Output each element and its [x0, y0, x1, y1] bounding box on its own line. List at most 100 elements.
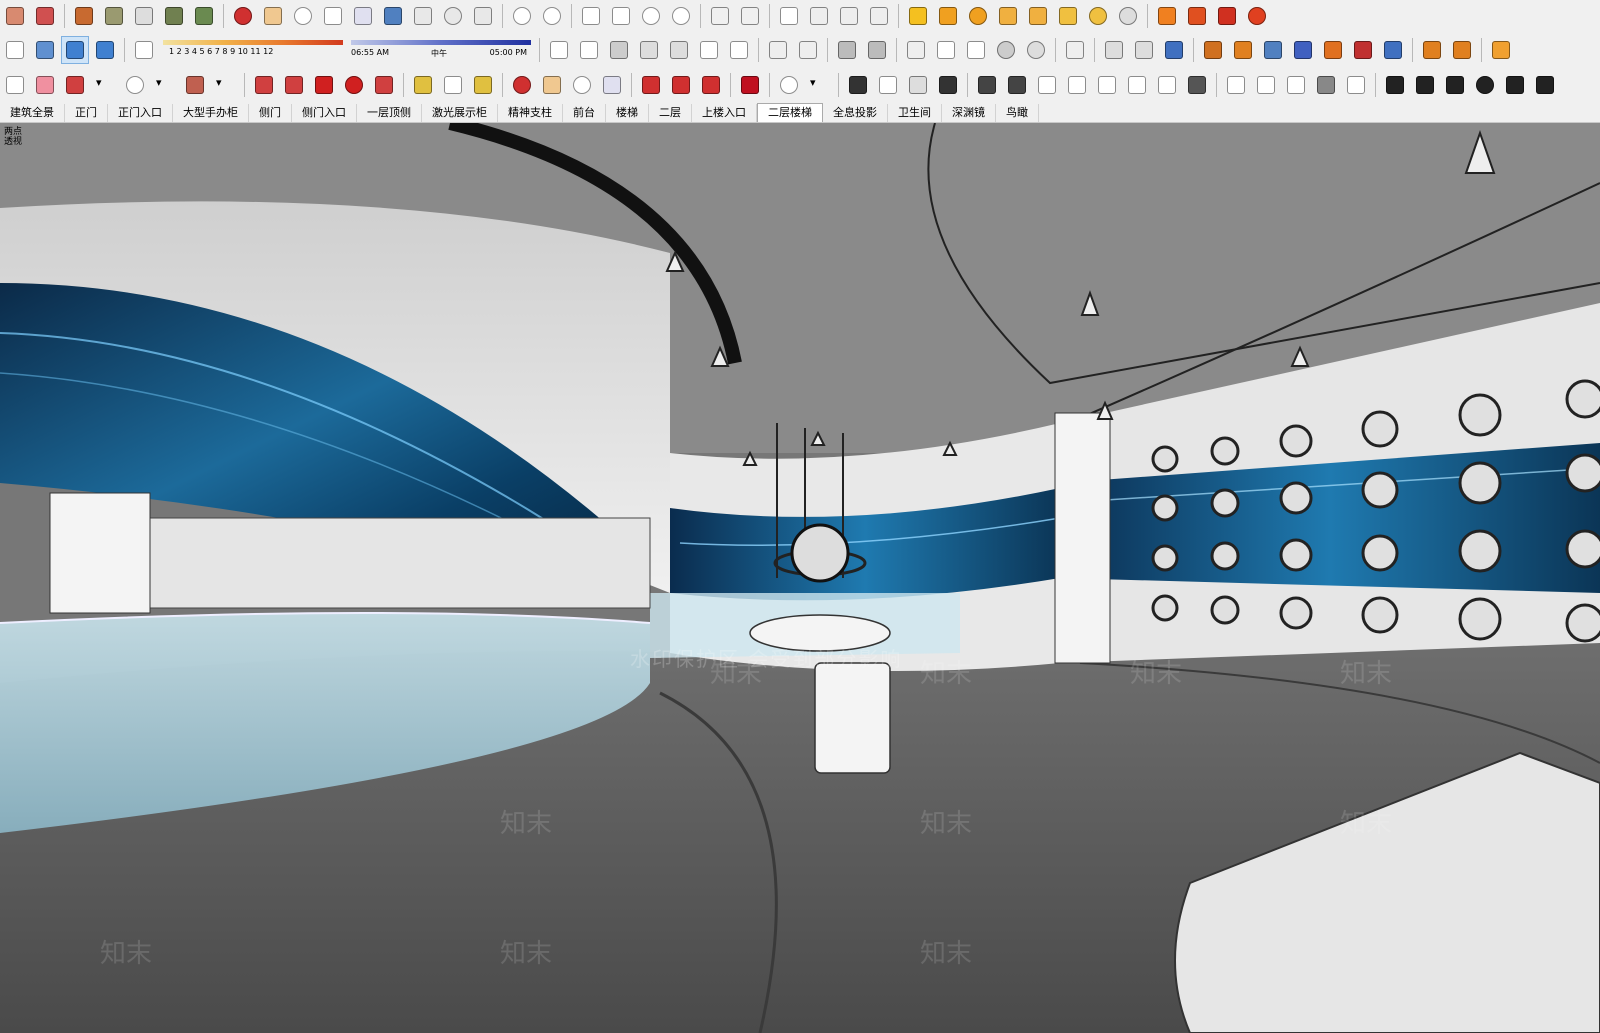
slice-icon[interactable]	[1502, 72, 1528, 98]
shell-icon[interactable]	[1260, 37, 1286, 63]
warehouse-icon[interactable]	[638, 72, 664, 98]
spiral-tool-icon[interactable]	[1472, 72, 1498, 98]
look-around-icon[interactable]	[440, 3, 466, 29]
scene-tab[interactable]: 深渊镜	[942, 104, 996, 122]
asset-editor-icon[interactable]	[737, 3, 763, 29]
zoom-icon[interactable]	[290, 3, 316, 29]
arc-dropdown-icon[interactable]: ▾	[152, 72, 178, 98]
sandbox-icon[interactable]	[71, 3, 97, 29]
arch-icon[interactable]	[1094, 72, 1120, 98]
cut-icon[interactable]	[1350, 37, 1376, 63]
scene-tab[interactable]: 楼梯	[606, 104, 649, 122]
ramp-icon[interactable]	[905, 72, 931, 98]
curviloft-icon[interactable]	[1223, 72, 1249, 98]
lock-icon[interactable]	[866, 3, 892, 29]
scene-tab[interactable]: 正门入口	[108, 104, 173, 122]
freehand-icon[interactable]	[1064, 72, 1090, 98]
pencil-dropdown-icon[interactable]: ▾	[92, 72, 118, 98]
ies-light-icon[interactable]	[995, 3, 1021, 29]
scene-tab-active[interactable]: 二层楼梯	[757, 103, 823, 122]
column-icon[interactable]	[875, 72, 901, 98]
import-proxy-icon[interactable]	[1184, 3, 1210, 29]
share-model-icon[interactable]	[668, 72, 694, 98]
line-tool-icon[interactable]	[1101, 37, 1127, 63]
refresh-icon[interactable]	[668, 3, 694, 29]
joint-push-icon[interactable]	[974, 72, 1000, 98]
style-icon[interactable]	[509, 3, 535, 29]
scene-tab[interactable]: 激光展示柜	[422, 104, 498, 122]
dimension-icon[interactable]	[1131, 37, 1157, 63]
paint-palette-icon[interactable]	[539, 3, 565, 29]
follow-me-icon[interactable]	[281, 72, 307, 98]
component-icon[interactable]	[795, 37, 821, 63]
lattice-icon[interactable]	[1283, 72, 1309, 98]
zoom-extents-tool-icon[interactable]	[599, 72, 625, 98]
window-icon[interactable]	[776, 3, 802, 29]
zoom-window-icon[interactable]	[320, 3, 346, 29]
sphere-light-icon[interactable]	[965, 3, 991, 29]
window-grid-icon[interactable]	[696, 37, 722, 63]
scene-tab[interactable]: 一层顶侧	[357, 104, 422, 122]
solid-union-icon[interactable]	[834, 37, 860, 63]
paint-bucket-icon[interactable]	[470, 72, 496, 98]
hatch-icon[interactable]	[666, 37, 692, 63]
dome-light-icon[interactable]	[1085, 3, 1111, 29]
fillet-icon[interactable]	[1320, 37, 1346, 63]
weld-icon[interactable]	[1004, 72, 1030, 98]
stair-icon[interactable]	[845, 72, 871, 98]
mesh-light-icon[interactable]	[1115, 3, 1141, 29]
zoom-tool-icon[interactable]	[569, 72, 595, 98]
rectangle-icon[interactable]	[182, 72, 208, 98]
omni-light-icon[interactable]	[1025, 3, 1051, 29]
curve-icon[interactable]	[1290, 37, 1316, 63]
render-hand-icon[interactable]	[608, 3, 634, 29]
shadow-toggle-icon[interactable]	[131, 37, 157, 63]
chain-icon[interactable]	[1412, 72, 1438, 98]
scene-tab[interactable]: 鸟瞰	[996, 104, 1039, 122]
fur-icon[interactable]	[1214, 3, 1240, 29]
wave-icon[interactable]	[1442, 72, 1468, 98]
tape-measure-icon[interactable]	[410, 72, 436, 98]
settings-gear-icon[interactable]	[1244, 3, 1270, 29]
shadow-time-slider[interactable]: 06:55 AM 中午 05:00 PM	[351, 37, 531, 63]
select-tool-icon[interactable]	[2, 72, 28, 98]
image-icon[interactable]	[836, 3, 862, 29]
fence-icon[interactable]	[1532, 72, 1558, 98]
drape-icon[interactable]	[161, 3, 187, 29]
window-tool-icon[interactable]	[1343, 72, 1369, 98]
scene-tab[interactable]: 正门	[65, 104, 108, 122]
scale-tool-icon[interactable]	[371, 72, 397, 98]
move-icon[interactable]	[311, 72, 337, 98]
rectangle-dropdown-icon[interactable]: ▾	[212, 72, 238, 98]
extrude-icon[interactable]	[1200, 37, 1226, 63]
previous-view-icon[interactable]	[380, 3, 406, 29]
eraser-icon[interactable]	[32, 72, 58, 98]
section-plane-icon[interactable]	[546, 37, 572, 63]
spot-light-icon[interactable]	[935, 3, 961, 29]
teapot-icon[interactable]	[578, 3, 604, 29]
shaded-icon[interactable]	[993, 37, 1019, 63]
scene-tab[interactable]: 大型手办柜	[173, 104, 249, 122]
scene-tab[interactable]: 前台	[563, 104, 606, 122]
camera-icon[interactable]	[806, 3, 832, 29]
scene-tab[interactable]: 上楼入口	[692, 104, 757, 122]
cube-solid-icon[interactable]	[606, 37, 632, 63]
mirror-icon[interactable]	[1449, 37, 1475, 63]
select-cursor-icon[interactable]	[1062, 37, 1088, 63]
ruby-icon[interactable]	[737, 72, 763, 98]
xray-icon[interactable]	[903, 37, 929, 63]
scene-tab[interactable]: 侧门	[249, 104, 292, 122]
door-icon[interactable]	[1313, 72, 1339, 98]
scene-tab[interactable]: 侧门入口	[292, 104, 357, 122]
axes-icon[interactable]	[2, 37, 28, 63]
monochrome-icon[interactable]	[1023, 37, 1049, 63]
push-pull-icon[interactable]	[251, 72, 277, 98]
shaded-view-icon[interactable]	[61, 36, 89, 64]
scene-tab[interactable]: 卫生间	[888, 104, 942, 122]
walk-icon[interactable]	[470, 3, 496, 29]
account-icon[interactable]	[776, 72, 802, 98]
account-dropdown-icon[interactable]: ▾	[806, 72, 832, 98]
light-gen-icon[interactable]	[905, 3, 931, 29]
sun-light-icon[interactable]	[1055, 3, 1081, 29]
position-camera-icon[interactable]	[410, 3, 436, 29]
